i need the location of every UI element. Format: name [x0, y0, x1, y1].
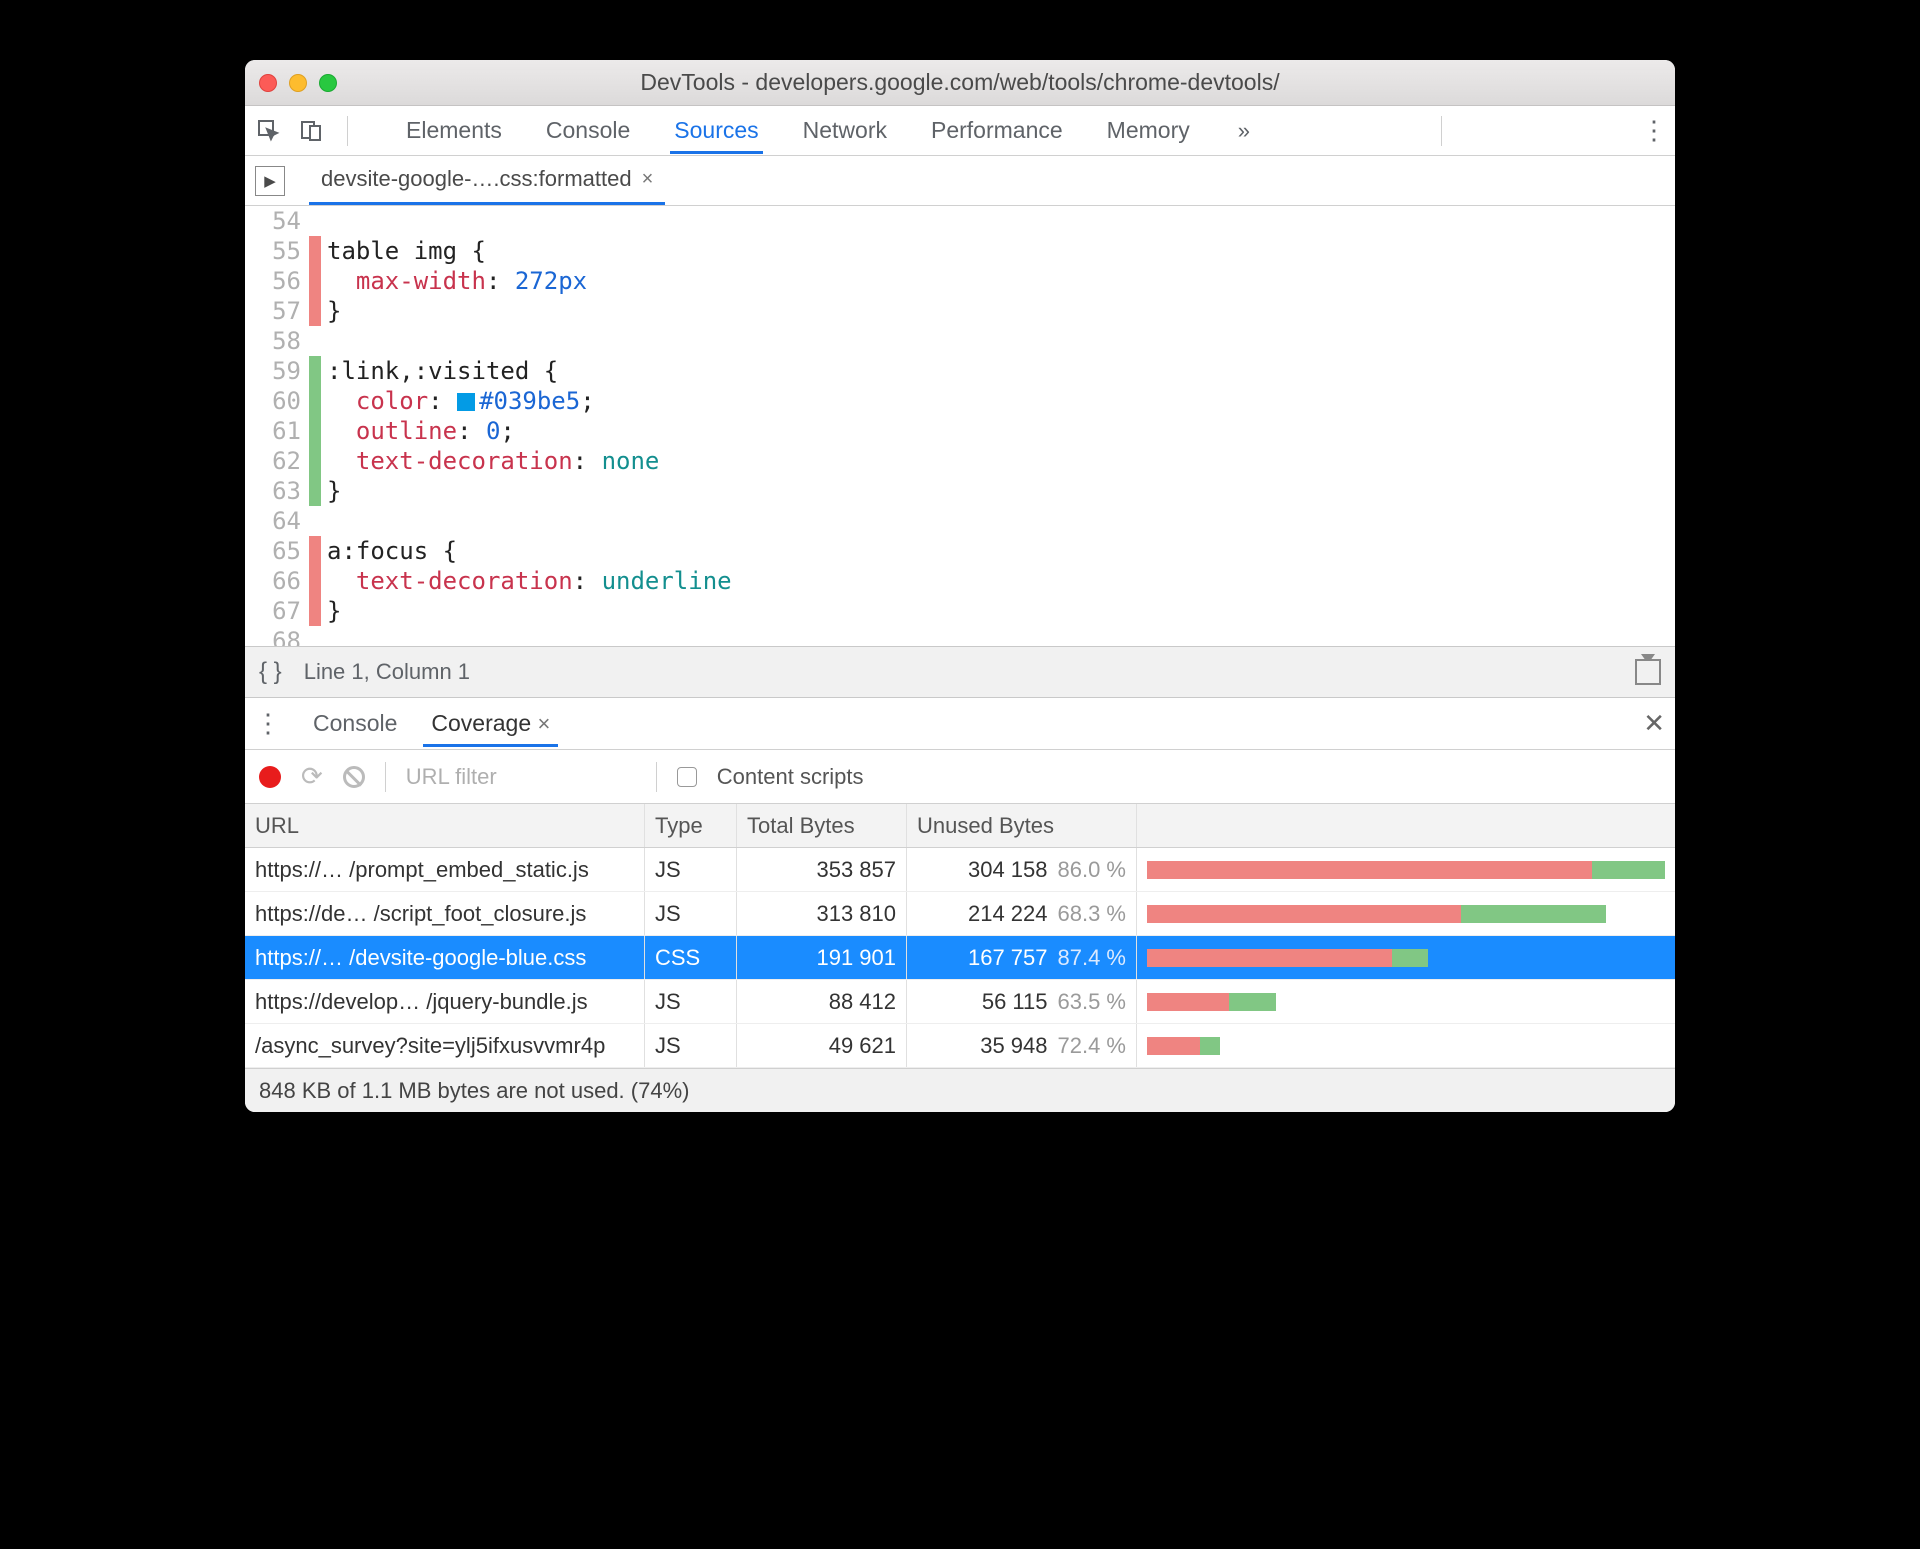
toolbar-separator: [347, 116, 348, 146]
url-filter-input[interactable]: URL filter: [406, 764, 636, 790]
tab-console[interactable]: Console: [542, 107, 634, 154]
cell-type: JS: [645, 848, 737, 891]
drawer-tab-coverage[interactable]: Coverage ×: [423, 700, 558, 747]
coverage-row[interactable]: https://de… /script_foot_closure.jsJS313…: [245, 892, 1675, 936]
file-tab-bar: ▶ devsite-google-….css:formatted ×: [245, 156, 1675, 206]
col-total[interactable]: Total Bytes: [737, 804, 907, 847]
drawer-tab-console[interactable]: Console: [305, 700, 405, 747]
cell-total: 88 412: [737, 980, 907, 1023]
show-navigator-icon[interactable]: ▶: [255, 166, 285, 196]
cell-bar: [1137, 936, 1675, 979]
settings-menu-icon[interactable]: ⋮: [1641, 115, 1665, 146]
cell-url: /async_survey?site=ylj5ifxusvvmr4p: [245, 1024, 645, 1067]
toolbar-separator: [1441, 116, 1442, 146]
close-drawer-tab-icon[interactable]: ×: [538, 711, 551, 736]
file-tab-label: devsite-google-….css:formatted: [321, 166, 632, 192]
cell-url: https://develop… /jquery-bundle.js: [245, 980, 645, 1023]
reload-icon[interactable]: ⟳: [301, 761, 323, 792]
cell-bar: [1137, 892, 1675, 935]
cell-url: https://… /devsite-google-blue.css: [245, 936, 645, 979]
content-scripts-label: Content scripts: [717, 764, 864, 790]
coverage-row[interactable]: https://… /devsite-google-blue.cssCSS191…: [245, 936, 1675, 980]
cell-bar: [1137, 1024, 1675, 1067]
cell-unused: 304 15886.0 %: [907, 848, 1137, 891]
col-type[interactable]: Type: [645, 804, 737, 847]
record-button-icon[interactable]: [259, 766, 281, 788]
separator: [385, 762, 386, 792]
coverage-row[interactable]: /async_survey?site=ylj5ifxusvvmr4pJS49 6…: [245, 1024, 1675, 1068]
toggle-sidebar-icon[interactable]: [1635, 659, 1661, 685]
window-titlebar: DevTools - developers.google.com/web/too…: [245, 60, 1675, 106]
clear-icon[interactable]: [343, 766, 365, 788]
cell-total: 313 810: [737, 892, 907, 935]
coverage-table: URL Type Total Bytes Unused Bytes https:…: [245, 804, 1675, 1068]
tab-network[interactable]: Network: [799, 107, 891, 154]
tab-performance[interactable]: Performance: [927, 107, 1067, 154]
coverage-row[interactable]: https://develop… /jquery-bundle.jsJS88 4…: [245, 980, 1675, 1024]
cell-unused: 214 22468.3 %: [907, 892, 1137, 935]
cell-total: 191 901: [737, 936, 907, 979]
drawer-tab-bar: ⋮ Console Coverage × ✕: [245, 698, 1675, 750]
cell-url: https://de… /script_foot_closure.js: [245, 892, 645, 935]
close-window-button[interactable]: [259, 74, 277, 92]
panel-tabs: Elements Console Sources Network Performance…: [402, 107, 1194, 154]
source-code-editor[interactable]: 545556575859606162636465666768 table img…: [245, 206, 1675, 646]
drawer-tabs: Console Coverage ×: [305, 700, 576, 747]
col-bar: [1137, 804, 1675, 847]
inspect-element-icon[interactable]: [255, 117, 283, 145]
tab-elements[interactable]: Elements: [402, 107, 506, 154]
col-unused[interactable]: Unused Bytes: [907, 804, 1137, 847]
cursor-position: Line 1, Column 1: [304, 659, 470, 685]
content-scripts-checkbox[interactable]: [677, 767, 697, 787]
col-url[interactable]: URL: [245, 804, 645, 847]
cell-bar: [1137, 848, 1675, 891]
cell-type: CSS: [645, 936, 737, 979]
zoom-window-button[interactable]: [319, 74, 337, 92]
tab-sources[interactable]: Sources: [670, 107, 762, 154]
close-file-icon[interactable]: ×: [642, 168, 654, 191]
devtools-window: DevTools - developers.google.com/web/too…: [245, 60, 1675, 1112]
device-toggle-icon[interactable]: [297, 117, 325, 145]
coverage-summary: 848 KB of 1.1 MB bytes are not used. (74…: [245, 1068, 1675, 1112]
coverage-marks-gutter: [309, 206, 321, 646]
coverage-row[interactable]: https://… /prompt_embed_static.jsJS353 8…: [245, 848, 1675, 892]
cell-unused: 56 11563.5 %: [907, 980, 1137, 1023]
traffic-lights: [259, 74, 337, 92]
close-drawer-icon[interactable]: ✕: [1643, 708, 1665, 739]
cell-total: 353 857: [737, 848, 907, 891]
window-title: DevTools - developers.google.com/web/too…: [245, 69, 1675, 96]
more-tabs-icon[interactable]: »: [1238, 118, 1250, 144]
separator: [656, 762, 657, 792]
cell-type: JS: [645, 1024, 737, 1067]
cell-unused: 35 94872.4 %: [907, 1024, 1137, 1067]
cell-url: https://… /prompt_embed_static.js: [245, 848, 645, 891]
coverage-table-header: URL Type Total Bytes Unused Bytes: [245, 804, 1675, 848]
cell-unused: 167 75787.4 %: [907, 936, 1137, 979]
line-number-gutter: 545556575859606162636465666768: [245, 206, 309, 646]
file-tab[interactable]: devsite-google-….css:formatted ×: [309, 156, 665, 205]
main-toolbar: Elements Console Sources Network Performance…: [245, 106, 1675, 156]
pretty-print-icon[interactable]: { }: [259, 658, 282, 686]
cell-type: JS: [645, 980, 737, 1023]
drawer-menu-icon[interactable]: ⋮: [255, 708, 279, 739]
editor-status-bar: { } Line 1, Column 1: [245, 646, 1675, 698]
cell-type: JS: [645, 892, 737, 935]
cell-bar: [1137, 980, 1675, 1023]
minimize-window-button[interactable]: [289, 74, 307, 92]
cell-total: 49 621: [737, 1024, 907, 1067]
coverage-toolbar: ⟳ URL filter Content scripts: [245, 750, 1675, 804]
code-body: table img { max-width: 272px } :link,:vi…: [321, 206, 746, 646]
tab-memory[interactable]: Memory: [1103, 107, 1194, 154]
